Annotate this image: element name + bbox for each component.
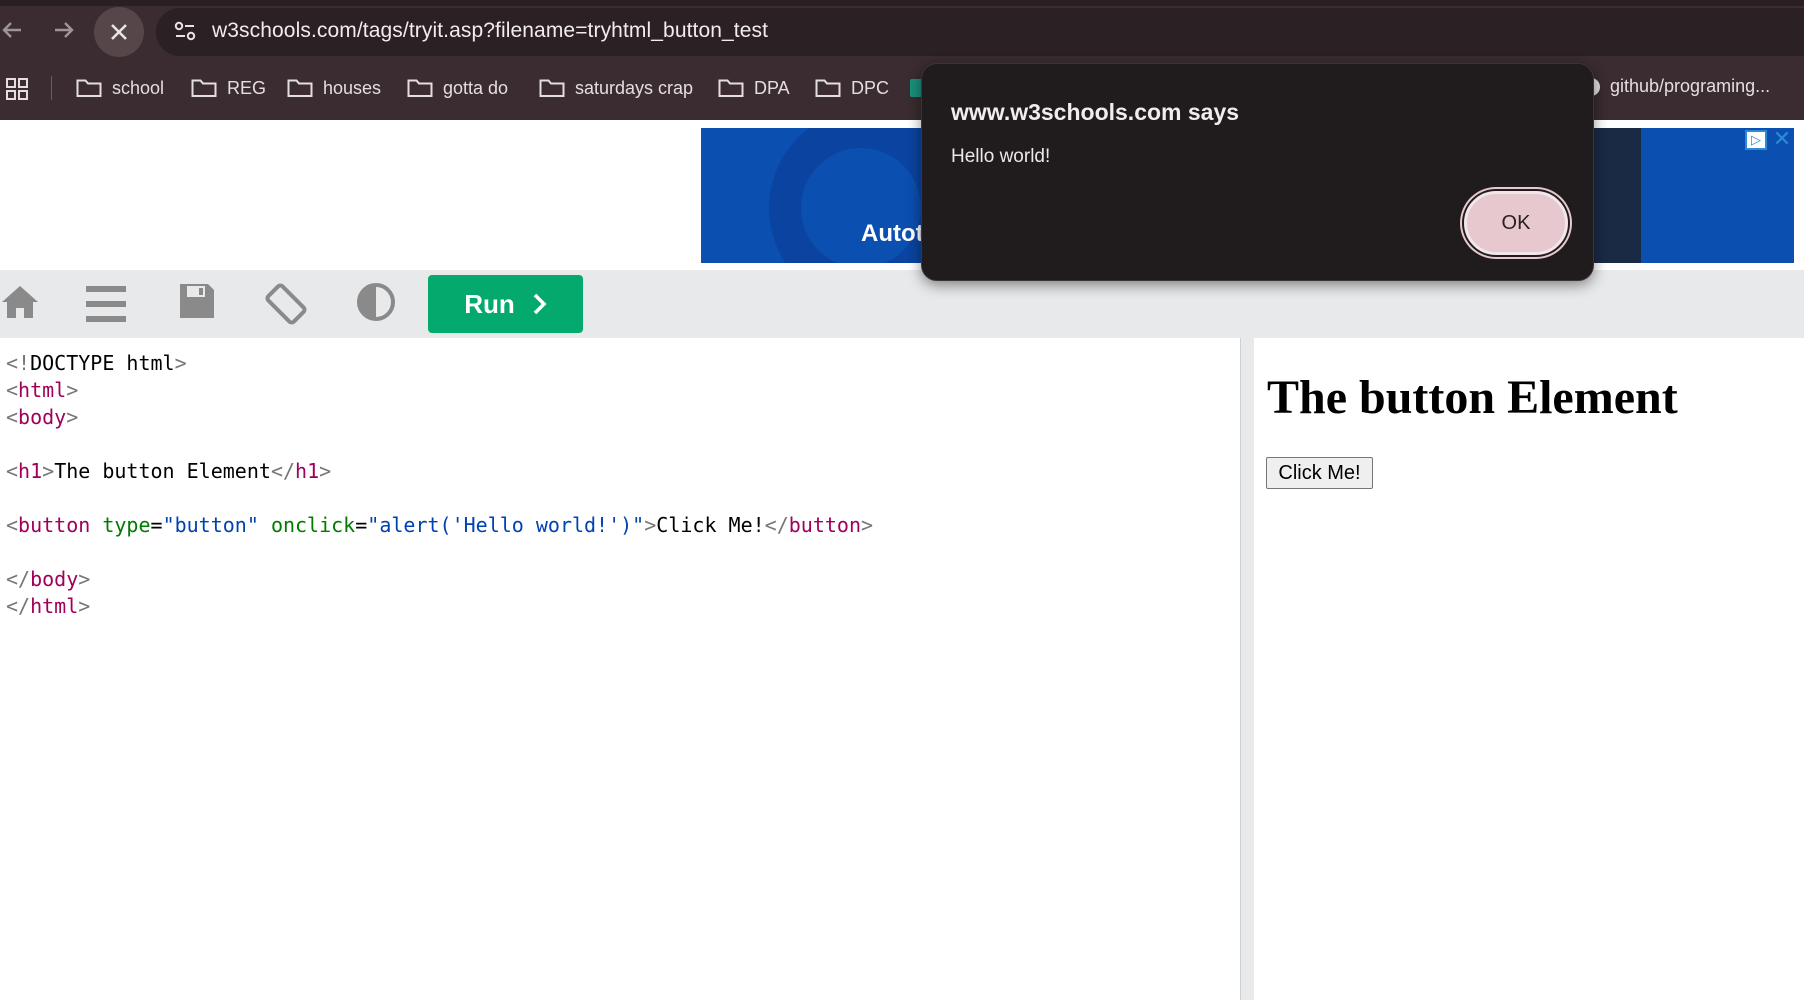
run-button[interactable]: Run	[428, 275, 583, 333]
home-icon[interactable]	[0, 282, 44, 326]
bookmark-folder-reg[interactable]: REG	[191, 74, 266, 102]
bookmark-label: DPA	[754, 77, 790, 98]
run-label: Run	[464, 288, 515, 319]
bookmark-label: school	[112, 77, 165, 98]
ad-close-icon[interactable]: ✕	[1770, 128, 1794, 152]
folder-icon	[718, 79, 744, 97]
site-settings-button[interactable]	[170, 16, 200, 46]
code-line-9: </body>	[6, 567, 91, 591]
bookmark-label: gotta do	[443, 77, 509, 98]
tab-strip	[0, 0, 1804, 6]
pane-splitter[interactable]	[1240, 338, 1254, 1000]
rotate-icon[interactable]	[264, 282, 308, 326]
bookmark-folder-gotta-do[interactable]: gotta do	[407, 74, 508, 102]
code-line-5: <h1>The button Element</h1>	[6, 459, 332, 483]
bookmark-folder-school[interactable]: school	[76, 74, 164, 102]
bookmark-label: DPC	[851, 77, 890, 98]
code-line-2: <html>	[6, 378, 79, 402]
folder-icon	[815, 79, 841, 97]
url-text[interactable]: w3schools.com/tags/tryit.asp?filename=tr…	[212, 19, 768, 43]
apps-grid-icon[interactable]	[6, 78, 28, 100]
bookmark-label: houses	[323, 77, 382, 98]
code-line-1: <!DOCTYPE html>	[6, 351, 187, 375]
back-button[interactable]	[0, 12, 30, 48]
tune-icon	[174, 21, 196, 41]
code-line-7: <button type="button" onclick="alert('He…	[6, 513, 874, 537]
forward-button[interactable]	[46, 12, 82, 48]
chevron-right-icon	[533, 293, 547, 315]
bookmark-folder-houses[interactable]: houses	[287, 74, 381, 102]
bookmark-github[interactable]: github/programing...	[1582, 76, 1770, 97]
bookmark-label: REG	[227, 77, 267, 98]
menu-icon[interactable]	[84, 282, 128, 326]
bookmark-folder-dpc[interactable]: DPC	[815, 74, 889, 102]
folder-icon	[191, 79, 217, 97]
folder-icon	[287, 79, 313, 97]
bookmark-folder-saturdays-crap[interactable]: saturdays crap	[539, 74, 693, 102]
stop-loading-button[interactable]	[94, 7, 144, 57]
alert-title: www.w3schools.com says	[951, 99, 1240, 125]
folder-icon	[76, 79, 102, 97]
bookmark-label: github/programing...	[1610, 76, 1771, 96]
ad-choices-icon[interactable]: ▷	[1745, 130, 1767, 150]
result-heading: The button Element	[1267, 371, 1678, 424]
folder-icon	[407, 79, 433, 97]
save-icon[interactable]	[178, 282, 222, 326]
bookmark-label: saturdays crap	[575, 77, 694, 98]
code-content[interactable]: <!DOCTYPE html> <html> <body> <h1>The butt…	[6, 350, 873, 620]
bookmark-folder-dpa[interactable]: DPA	[718, 74, 790, 102]
arrow-left-icon	[2, 22, 21, 38]
code-line-3: <body>	[6, 405, 79, 429]
close-icon	[111, 24, 127, 40]
code-line-10: </html>	[6, 594, 91, 618]
arrow-right-icon	[55, 22, 74, 38]
result-pane	[1254, 338, 1804, 1000]
contrast-icon[interactable]	[356, 282, 400, 326]
ok-button[interactable]: OK	[1464, 191, 1568, 255]
click-me-button[interactable]: Click Me!	[1266, 457, 1373, 489]
alert-message: Hello world!	[951, 146, 1051, 167]
folder-icon	[539, 79, 565, 97]
bookmarks-divider	[51, 76, 52, 100]
